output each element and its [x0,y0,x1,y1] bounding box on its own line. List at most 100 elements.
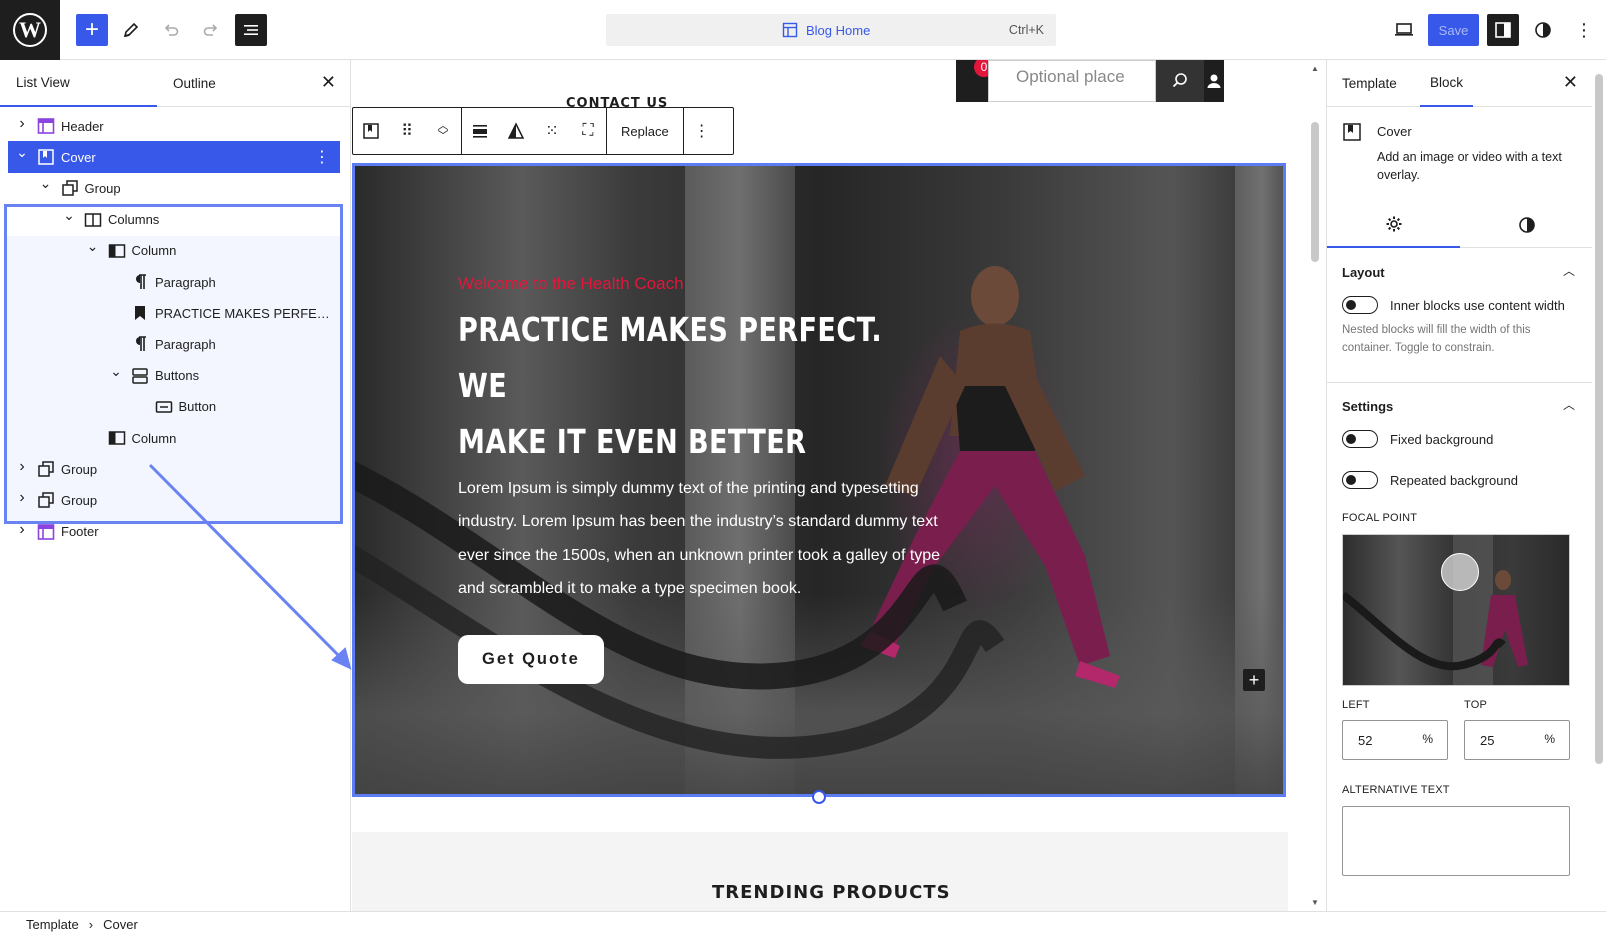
inner-blocks-toggle[interactable] [1342,296,1378,314]
list-view-item-label: Column [131,430,177,446]
replace-button[interactable]: Replace [607,124,683,139]
cover-block[interactable]: Welcome to the Health Coach PRACTICE MAK… [352,163,1286,797]
cover-resize-handle[interactable] [812,790,826,804]
scrollbar-thumb[interactable] [1595,74,1603,764]
inspector-subtabs [1327,202,1592,248]
undo-button[interactable] [155,14,187,46]
list-view-item[interactable]: Button [0,391,351,423]
repeated-background-toggle[interactable] [1342,471,1378,489]
contrast-icon [1535,22,1551,38]
list-view-item[interactable]: ⌄ Column [0,235,351,267]
list-view-item[interactable]: ⌄ Columns [0,204,351,236]
chevron-down-icon[interactable]: ⌄ [62,207,76,224]
block-options-icon[interactable]: ⋮ [314,147,330,167]
close-icon[interactable]: ✕ [321,72,336,93]
position-grid-icon[interactable]: ⁙ [534,108,570,154]
block-options-icon[interactable]: ⋮ [684,108,720,154]
tools-button[interactable] [115,14,147,46]
cover-block-type-button[interactable] [353,108,389,154]
settings-toggle-button[interactable] [1487,14,1519,46]
chevron-right-icon[interactable]: › [15,521,29,539]
focal-point-picker[interactable] [1342,534,1570,686]
chevron-up-icon[interactable]: ︿ [1563,262,1575,279]
body-paragraph[interactable]: Lorem Ipsum is simply dummy text of the … [458,472,948,605]
document-title-label: Blog Home [806,22,871,38]
canvas-scrollbar[interactable]: ▲ ▼ [1308,60,1322,911]
settings-panel-title[interactable]: Settings [1342,399,1393,414]
move-up-down-icon[interactable]: ︿ ﹀ [425,108,461,154]
focal-left-input[interactable]: 52 % [1342,720,1448,760]
cover-icon [363,123,379,139]
group-icon [37,460,55,478]
block-name: Cover [1377,124,1412,139]
toolbar-group-replace: Replace [607,108,684,154]
list-view-item[interactable]: › Group [0,453,351,485]
chevron-up-icon[interactable]: ︿ [1563,396,1575,413]
styles-button[interactable] [1527,14,1559,46]
tab-styles[interactable] [1460,202,1592,248]
add-block-button[interactable]: + [76,14,108,46]
alt-text-textarea[interactable] [1342,806,1570,876]
wordpress-logo-button[interactable]: W [0,0,60,60]
scrollbar-thumb[interactable] [1311,122,1319,262]
list-view-item[interactable]: Column [0,422,351,454]
list-view-item[interactable]: › Header [0,110,351,142]
chevron-right-icon[interactable]: › [15,115,29,133]
align-full-icon[interactable] [462,108,498,154]
tab-template[interactable]: Template [1342,60,1397,107]
layout-panel-title[interactable]: Layout [1342,265,1385,280]
close-icon[interactable]: ✕ [1563,72,1578,93]
list-view-item-label: Buttons [155,368,200,384]
welcome-paragraph[interactable]: Welcome to the Health Coach [458,274,958,294]
alt-text-label: ALTERNATIVE TEXT [1342,784,1450,796]
chevron-down-icon[interactable]: ⌄ [86,238,100,255]
list-view-item[interactable]: ⌄ Group [0,172,351,204]
group-icon [61,179,79,197]
tab-settings[interactable] [1327,202,1460,248]
chevron-down-icon[interactable]: ﹀ [438,131,449,142]
settings-scrollbar[interactable] [1592,60,1606,911]
chevron-down-icon[interactable]: ⌄ [15,144,29,161]
list-view-item-label: Paragraph [155,336,216,352]
drag-handle-icon[interactable]: ⠿ [389,108,425,154]
document-overview-button[interactable] [235,14,267,46]
list-view-item[interactable]: › Footer [0,516,351,548]
block-inserter-plus-icon[interactable]: + [1243,669,1265,691]
pencil-icon [123,22,139,38]
redo-button[interactable] [195,14,227,46]
breadcrumb-cover[interactable]: Cover [103,917,138,932]
scroll-down-icon[interactable]: ▼ [1311,898,1319,907]
save-button[interactable]: Save [1428,14,1479,46]
chevron-right-icon[interactable]: › [15,458,29,476]
command-palette-bar[interactable]: Blog Home Ctrl+K [606,14,1056,46]
account-button[interactable] [1204,60,1224,102]
list-view-item-label: Group [61,492,98,508]
scroll-up-icon[interactable]: ▲ [1311,64,1319,73]
fullscreen-height-icon[interactable]: ⛶ [570,108,606,154]
chevron-right-icon[interactable]: › [15,489,29,507]
list-view-item[interactable]: Paragraph [0,328,351,360]
device-preview-button[interactable] [1388,14,1420,46]
tab-block[interactable]: Block [1420,60,1474,107]
breadcrumb-template[interactable]: Template [26,917,79,932]
group-icon [37,491,55,509]
focal-point-handle[interactable] [1441,553,1479,591]
list-view-icon [244,25,258,35]
list-view-item[interactable]: ⌄ Cover ⋮ [8,141,340,174]
chevron-down-icon[interactable]: ⌄ [109,363,123,380]
tab-outline[interactable]: Outline [173,60,216,107]
fixed-background-toggle[interactable] [1342,430,1378,448]
duotone-icon[interactable] [498,108,534,154]
options-menu-button[interactable]: ⋮ [1568,14,1600,46]
chevron-down-icon[interactable]: ⌄ [39,175,53,192]
get-quote-button[interactable]: Get Quote [458,635,604,685]
list-view-item[interactable]: Paragraph [0,266,351,298]
tab-list-view[interactable]: List View [0,60,157,107]
search-button[interactable] [1156,60,1204,102]
list-view-item[interactable]: › Group [0,484,351,516]
search-input[interactable]: Optional place [988,60,1156,102]
cover-heading[interactable]: PRACTICE MAKES PERFECT. WE MAKE IT EVEN … [458,302,884,470]
list-view-item[interactable]: PRACTICE MAKES PERFE… [0,297,351,329]
list-view-item[interactable]: ⌄ Buttons [0,360,351,392]
focal-top-input[interactable]: 25 % [1464,720,1570,760]
